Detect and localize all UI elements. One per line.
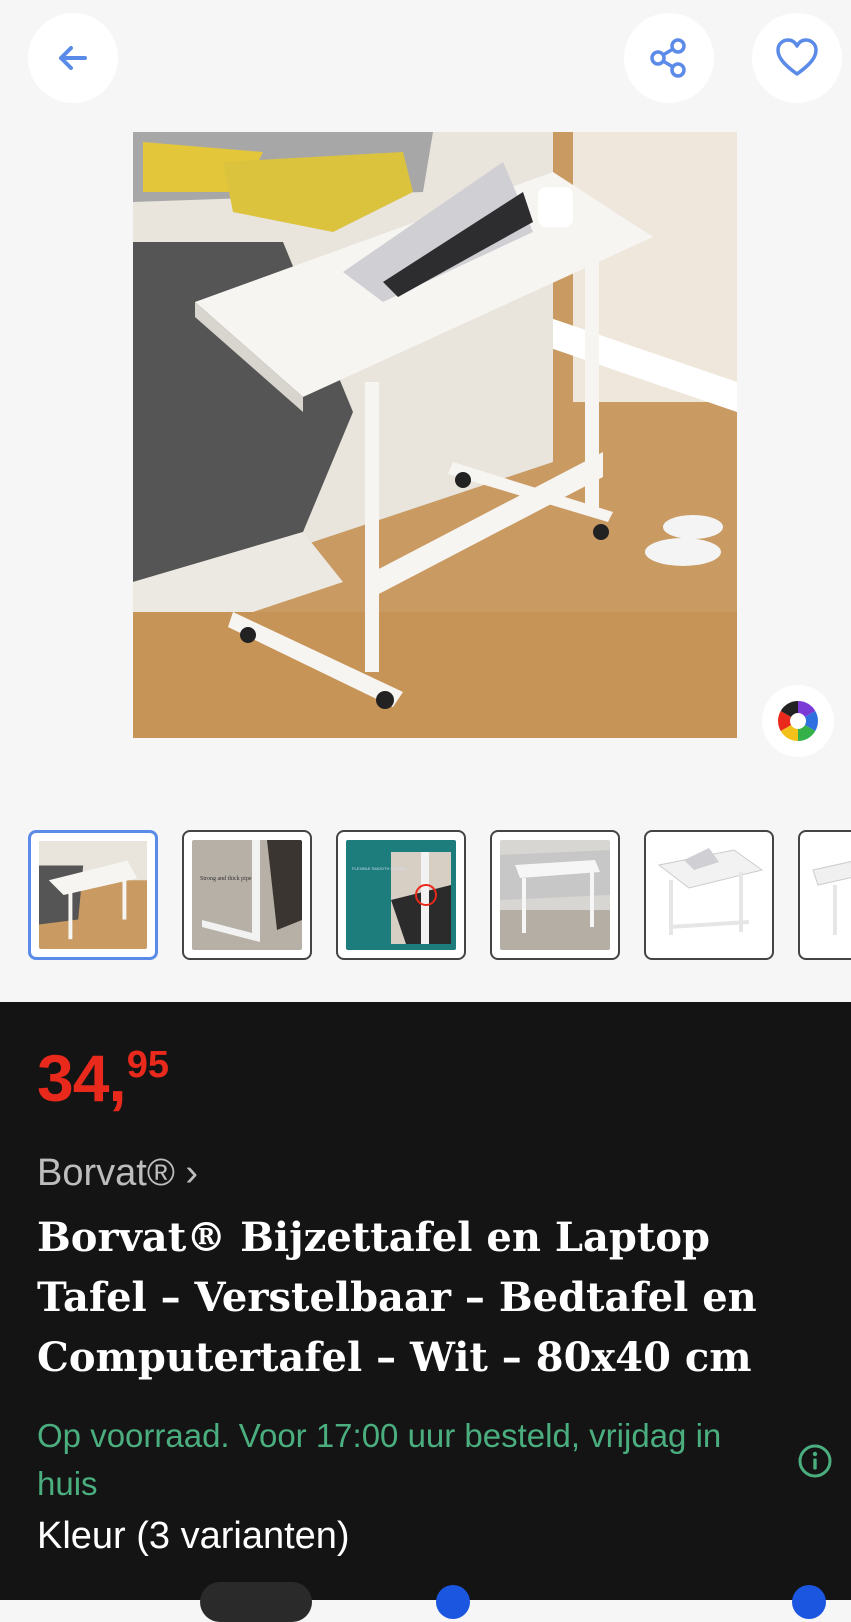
- color-wheel-icon: [778, 701, 818, 741]
- thumbnail-3[interactable]: FLEXIBLE SMOOTH MOVING: [336, 830, 466, 960]
- product-title: Borvat® Bijzettafel en Laptop Tafel – Ve…: [37, 1214, 757, 1381]
- price-cents: 95: [126, 1044, 170, 1086]
- variant-indicator-dot: [792, 1585, 826, 1619]
- variant-option[interactable]: [200, 1582, 312, 1622]
- thumbnail-6[interactable]: [798, 830, 851, 960]
- thumbnail-image: FLEXIBLE SMOOTH MOVING: [346, 840, 456, 950]
- svg-text:Strong and thick pipe: Strong and thick pipe: [200, 876, 252, 882]
- thumbnail-image: [39, 841, 147, 949]
- stock-status: Op voorraad. Voor 17:00 uur besteld, vri…: [37, 1417, 722, 1502]
- brand-link[interactable]: Borvat® ›: [37, 1152, 198, 1195]
- product-main-image[interactable]: [133, 132, 737, 738]
- thumbnail-strip[interactable]: Strong and thick pipe FLEXIBLE SMOOTH MO…: [28, 830, 851, 966]
- product-gallery-area: Strong and thick pipe FLEXIBLE SMOOTH MO…: [0, 0, 851, 1000]
- color-variants-label: Kleur (3 varianten): [37, 1515, 350, 1557]
- thumbnail-image: Strong and thick pipe: [192, 840, 302, 950]
- thumbnail-2[interactable]: Strong and thick pipe: [182, 830, 312, 960]
- price-euros: 34: [37, 1041, 109, 1115]
- back-button[interactable]: [28, 13, 118, 103]
- thumbnail-image: [500, 840, 610, 950]
- price-comma: ,: [108, 1041, 127, 1115]
- thumbnail-image: [654, 840, 764, 950]
- color-variants-button[interactable]: [762, 685, 834, 757]
- heart-icon: [776, 38, 818, 76]
- thumbnail-1[interactable]: [28, 830, 158, 960]
- info-icon[interactable]: [797, 1443, 833, 1479]
- favorite-button[interactable]: [752, 13, 842, 103]
- share-icon: [650, 38, 686, 78]
- thumbnail-5[interactable]: [644, 830, 774, 960]
- arrow-left-icon: [59, 46, 87, 70]
- price: 34,95: [37, 1040, 169, 1116]
- desk-illustration: [133, 132, 737, 738]
- variant-indicator-dot: [436, 1585, 470, 1619]
- thumbnail-4[interactable]: [490, 830, 620, 960]
- thumbnail-image: [808, 840, 851, 950]
- share-button[interactable]: [624, 13, 714, 103]
- svg-text:FLEXIBLE SMOOTH MOVING: FLEXIBLE SMOOTH MOVING: [352, 866, 407, 871]
